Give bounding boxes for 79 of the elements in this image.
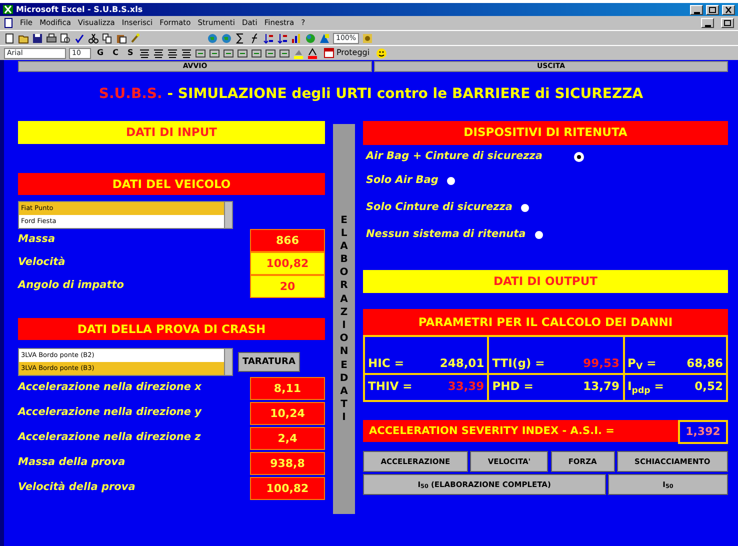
chart-icon[interactable] xyxy=(291,32,302,44)
smiley-icon[interactable] xyxy=(376,48,387,58)
brush-icon[interactable] xyxy=(130,32,141,44)
field-label: Velocità della prova xyxy=(18,480,136,496)
function-icon[interactable] xyxy=(249,32,260,44)
document-icon xyxy=(4,17,13,29)
fill-color-icon[interactable] xyxy=(293,48,304,58)
section-header: DATI DI OUTPUT xyxy=(363,270,728,292)
copy-icon[interactable] xyxy=(102,32,113,44)
align-left-icon[interactable] xyxy=(139,48,150,58)
close-button[interactable] xyxy=(722,4,735,14)
sum-icon[interactable] xyxy=(235,32,246,44)
section-header: DATI DI INPUT xyxy=(18,120,325,144)
radio-button[interactable] xyxy=(521,204,530,212)
value-cell: 938,8 xyxy=(250,452,325,474)
field-label: Massa xyxy=(18,232,56,248)
section-header: DATI DELLA PROVA DI CRASH xyxy=(18,318,325,340)
font-color-icon[interactable] xyxy=(307,48,318,58)
param-cell: P$_{V}$ = 68,86 xyxy=(624,336,727,374)
value-cell: 866 xyxy=(250,228,325,252)
radio-button[interactable] xyxy=(534,230,543,238)
value-cell: 2,4 xyxy=(250,426,325,450)
value-cell: 100,82 xyxy=(250,252,325,274)
vertical-label: ELABORAZIONE DATI xyxy=(339,214,349,424)
param-cell: TTI(g) = 99,53 xyxy=(488,336,624,374)
param-cell: I$_{pdp}$ = 0,52 xyxy=(624,374,727,400)
asi-label: ACCELERATION SEVERITY INDEX - A.S.I. = xyxy=(363,420,678,442)
maximize-button[interactable] xyxy=(721,18,734,28)
borders-icon[interactable] xyxy=(279,48,290,58)
format-button[interactable]: C xyxy=(110,47,122,59)
calibration-button[interactable]: TARATURA xyxy=(238,352,300,372)
radio-button[interactable] xyxy=(575,152,584,160)
app-title: S.U.B.S. - SIMULAZIONE degli URTI contro le BARRIERE di SICUREZZA xyxy=(98,85,644,104)
param-cell: HIC = 248,01 xyxy=(364,336,488,374)
format-button[interactable]: G xyxy=(94,47,107,59)
align-center-icon[interactable] xyxy=(153,48,164,58)
minimize-button[interactable] xyxy=(701,18,714,28)
value-cell: 100,82 xyxy=(250,476,325,500)
preview-icon[interactable] xyxy=(60,32,71,44)
section-header: DISPOSITIVI DI RITENUTA xyxy=(363,120,728,144)
field-label: Accelerazione nella direzione z xyxy=(18,430,201,446)
param-cell: PHD = 13,79 xyxy=(488,374,624,400)
excel-logo-icon xyxy=(3,4,13,16)
value-cell: 8,11 xyxy=(250,376,325,400)
protect-button[interactable]: Proteggi xyxy=(321,47,373,59)
radio-button[interactable] xyxy=(447,176,456,184)
window-title: Microsoft Excel - S.U.B.S.xls xyxy=(16,4,143,16)
field-label: Angolo di impatto xyxy=(18,278,124,294)
scrollbar[interactable] xyxy=(224,348,232,374)
align-right-icon[interactable] xyxy=(167,48,178,58)
value-cell: 10,24 xyxy=(250,402,325,424)
minimize-button[interactable] xyxy=(690,4,703,14)
param-cell: THIV = 33,39 xyxy=(364,374,488,400)
field-label: Velocità xyxy=(18,255,66,270)
field-label: Accelerazione nella direzione x xyxy=(18,380,202,396)
new-file-icon[interactable] xyxy=(4,32,15,44)
spellcheck-icon[interactable] xyxy=(74,32,85,44)
paste-icon[interactable] xyxy=(116,32,127,44)
section-header: DATI DEL VEICOLO xyxy=(18,172,325,194)
format-button[interactable]: S xyxy=(124,47,136,59)
sort-icon[interactable] xyxy=(263,32,274,44)
scrollbar[interactable] xyxy=(224,202,232,228)
option-label: Solo Cinture di sicurezza xyxy=(366,200,512,215)
print-icon[interactable] xyxy=(46,32,57,44)
option-label: Nessun sistema di ritenuta xyxy=(366,226,526,242)
drawing-icon[interactable] xyxy=(319,32,330,44)
folder-icon[interactable] xyxy=(18,32,29,44)
field-label: Massa della prova xyxy=(18,455,126,470)
calendar-icon xyxy=(324,48,334,58)
save-icon[interactable] xyxy=(32,32,43,44)
value-cell: 20 xyxy=(250,274,325,298)
option-label: Air Bag + Cinture di sicurezza xyxy=(366,148,542,164)
sort-icon[interactable] xyxy=(277,32,288,44)
asi-value: 1,392 xyxy=(678,420,728,444)
cut-icon[interactable] xyxy=(88,32,99,44)
section-header: PARAMETRI PER IL CALCOLO DEI DANNI xyxy=(363,308,728,334)
option-label: Solo Air Bag xyxy=(366,172,438,188)
maximize-button[interactable] xyxy=(706,4,719,14)
field-label: Accelerazione nella direzione y xyxy=(18,405,202,420)
